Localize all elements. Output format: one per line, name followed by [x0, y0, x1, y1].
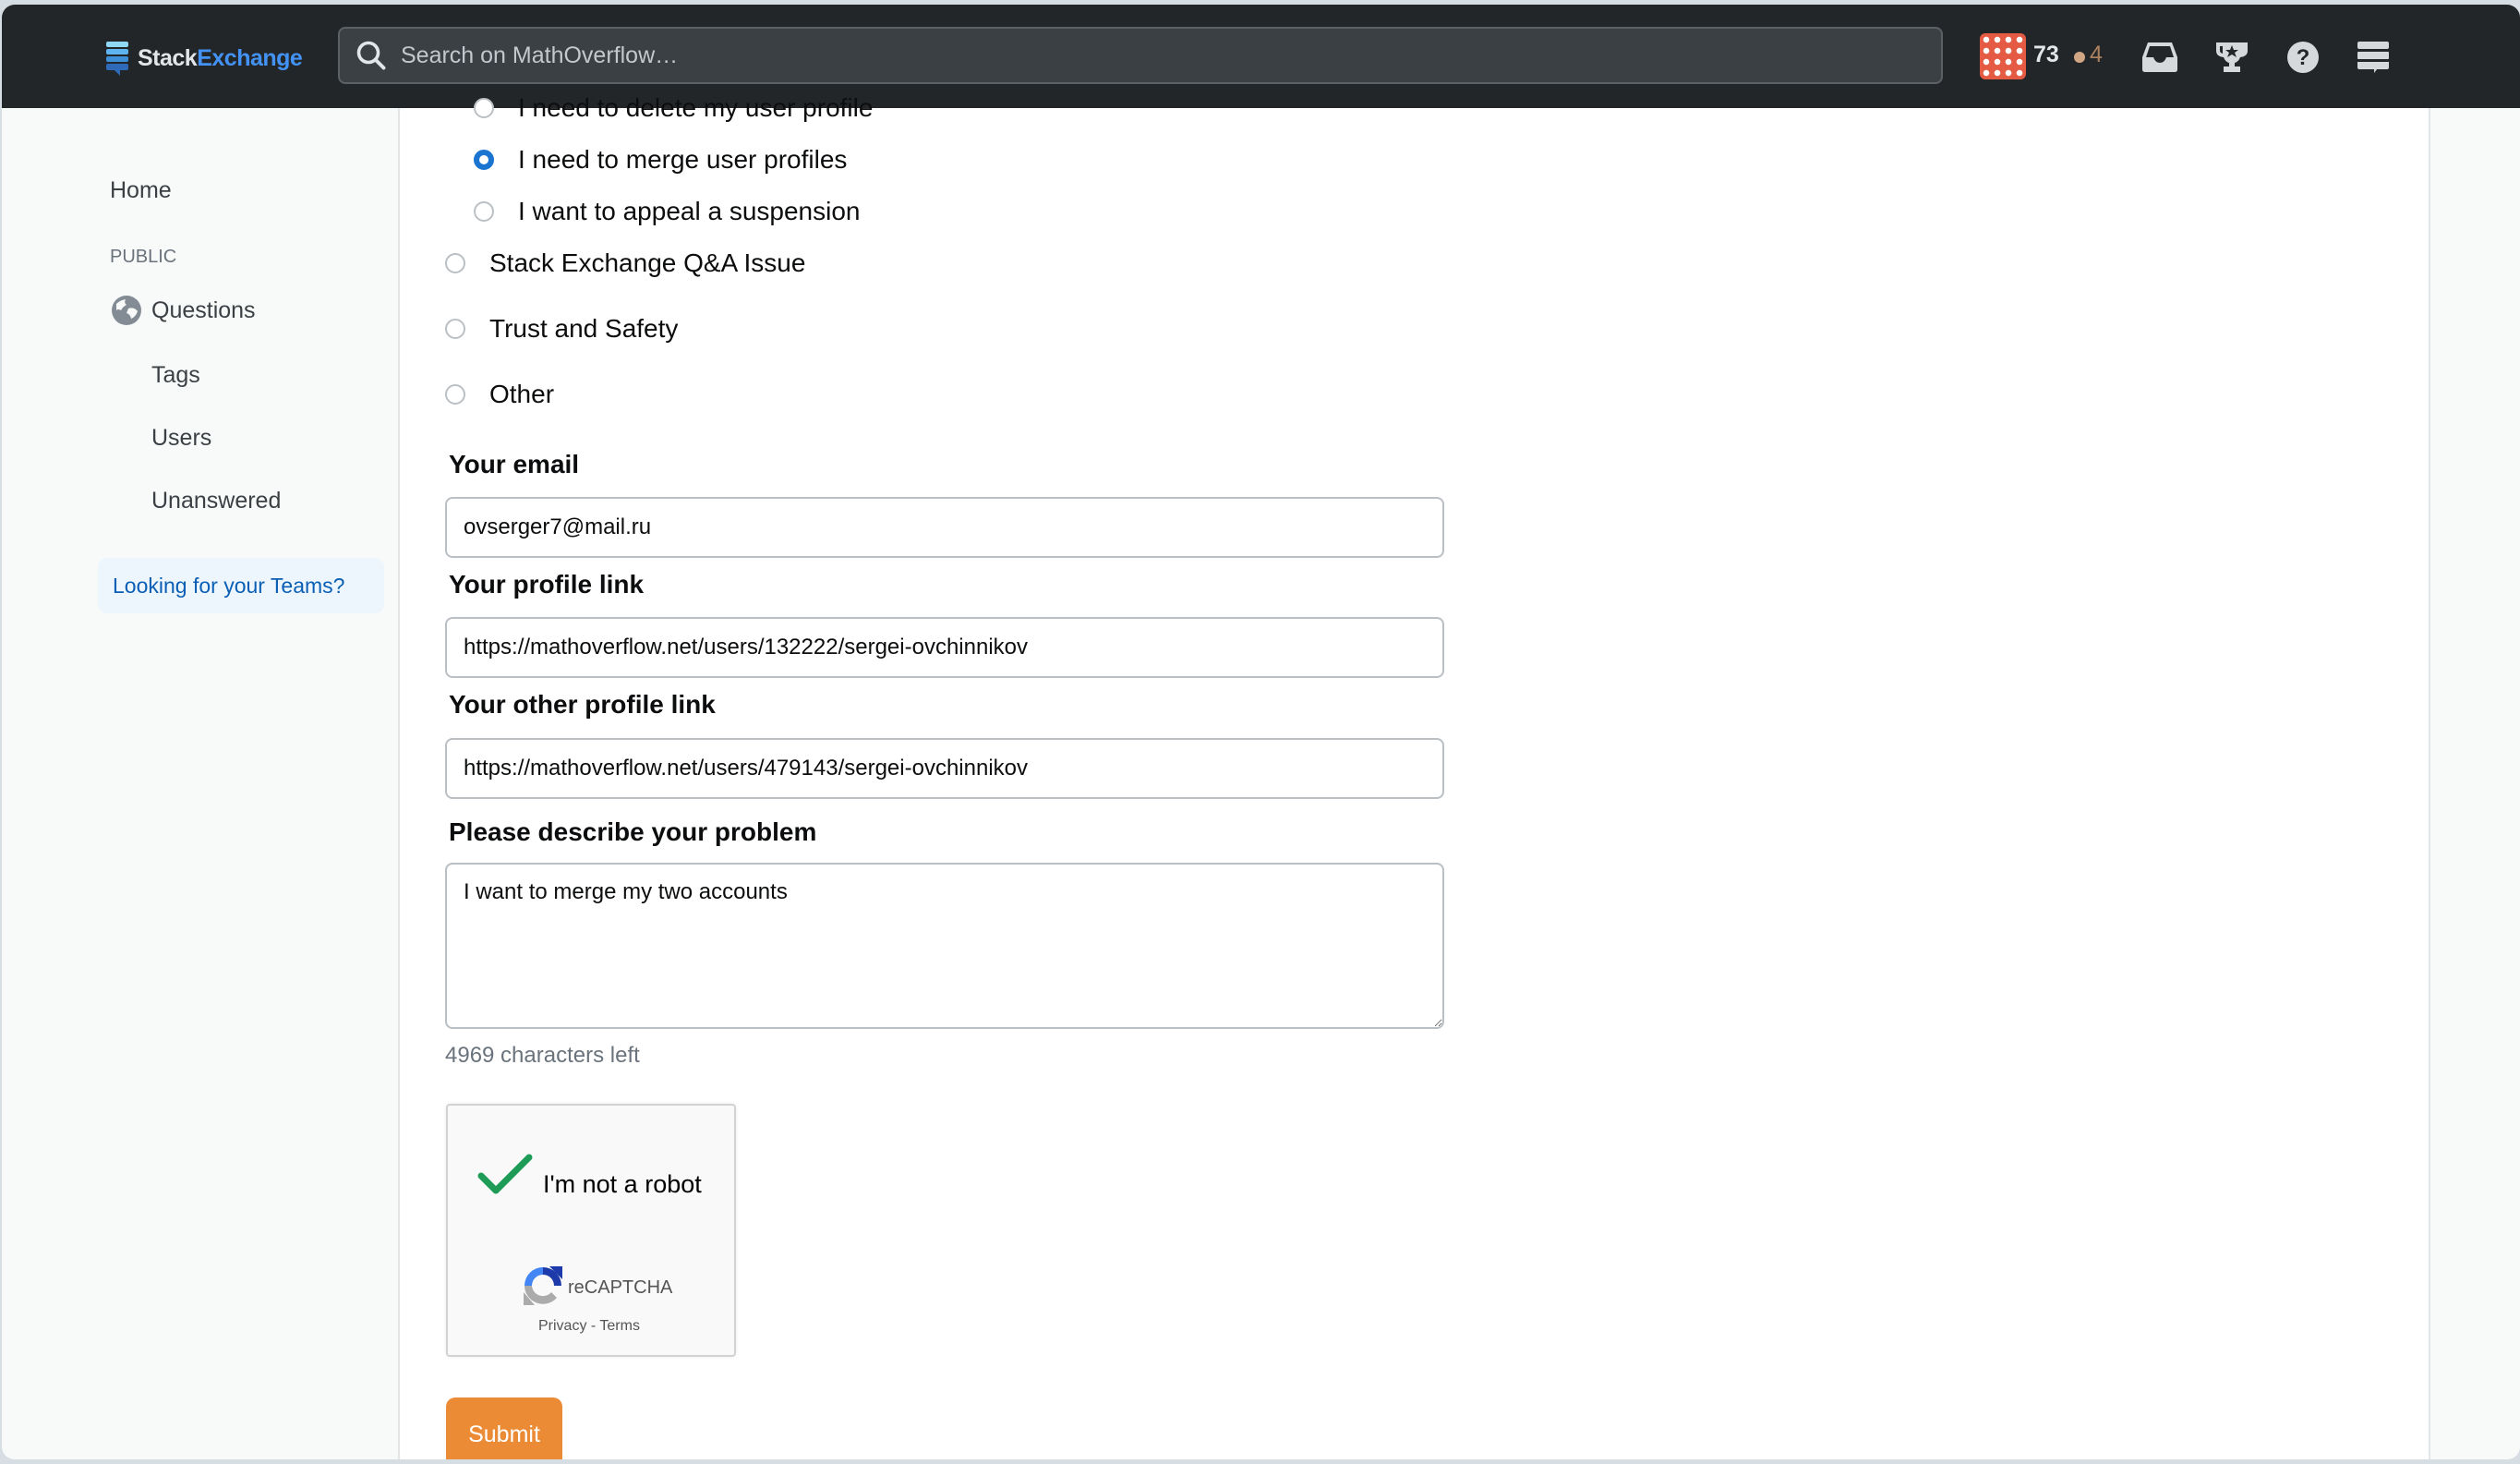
checkmark-icon[interactable] — [477, 1152, 533, 1196]
radio-label: I want to appeal a suspension — [518, 197, 861, 225]
radio-option-qa-issue[interactable]: Stack Exchange Q&A Issue — [445, 248, 805, 278]
radio-label: Other — [489, 380, 555, 408]
site-switcher-button[interactable] — [2352, 36, 2394, 79]
email-label: Your email — [449, 450, 580, 478]
trophy-icon — [2216, 42, 2248, 72]
radio-option-appeal-suspension[interactable]: I want to appeal a suspension — [474, 197, 860, 226]
radio-option-merge-profiles[interactable]: I need to merge user profiles — [474, 145, 847, 175]
sidebar-item-questions-label: Questions — [151, 296, 256, 323]
sidebar-item-users[interactable]: Users — [151, 425, 211, 452]
radio-button[interactable] — [445, 319, 465, 339]
radio-button-selected[interactable] — [474, 150, 494, 170]
reputation-count[interactable]: 73 — [2033, 42, 2059, 68]
logo-text-stack: Stack — [138, 44, 198, 71]
radio-button[interactable] — [445, 384, 465, 405]
bronze-badge-icon — [2074, 52, 2085, 63]
sidebar-item-tags[interactable]: Tags — [151, 362, 200, 389]
contact-form: I need to delete my user profile I need … — [400, 93, 2429, 1459]
recaptcha-widget: I'm not a robot reCAPTCHA Privacy - Term… — [446, 1104, 736, 1357]
achievements-button[interactable] — [2211, 36, 2253, 79]
other-profile-link-field[interactable] — [445, 738, 1444, 799]
radio-button[interactable] — [445, 253, 465, 273]
email-field[interactable] — [445, 497, 1444, 558]
sidebar-item-home[interactable]: Home — [110, 177, 172, 204]
recaptcha-label: I'm not a robot — [543, 1170, 702, 1198]
teams-link[interactable]: Looking for your Teams? — [98, 558, 384, 613]
radio-option-other[interactable]: Other — [445, 380, 554, 409]
logo-text-exchange: Exchange — [197, 44, 303, 71]
problem-label: Please describe your problem — [449, 817, 817, 846]
inbox-icon — [2142, 42, 2177, 72]
radio-option-delete-profile[interactable]: I need to delete my user profile — [474, 93, 873, 123]
globe-icon — [112, 296, 141, 325]
recaptcha-links: Privacy - Terms — [538, 1318, 640, 1335]
other-profile-link-label: Your other profile link — [449, 690, 716, 719]
recaptcha-privacy-link[interactable]: Privacy — [538, 1318, 586, 1334]
submit-button[interactable]: Submit — [446, 1397, 562, 1459]
logo-text: StackExchange — [138, 44, 303, 72]
inbox-button[interactable] — [2139, 36, 2181, 79]
svg-text:?: ? — [2297, 45, 2310, 70]
radio-label: Trust and Safety — [489, 314, 679, 343]
sidebar-item-unanswered[interactable]: Unanswered — [151, 488, 281, 514]
recaptcha-terms-link[interactable]: Terms — [599, 1318, 640, 1334]
help-button[interactable]: ? — [2282, 36, 2324, 79]
radio-label: Stack Exchange Q&A Issue — [489, 248, 806, 277]
site-switcher-icon — [2357, 42, 2389, 73]
browser-window: StackExchange 73 4 — [2, 5, 2520, 1459]
radio-option-trust-safety[interactable]: Trust and Safety — [445, 314, 678, 344]
characters-left: 4969 characters left — [445, 1043, 640, 1068]
stackexchange-logo[interactable]: StackExchange — [106, 40, 303, 77]
profile-link-label: Your profile link — [449, 570, 645, 599]
top-bar: StackExchange 73 4 — [2, 5, 2520, 108]
sidebar-section-public: PUBLIC — [110, 247, 177, 267]
right-gutter — [2429, 108, 2520, 1459]
search-input[interactable] — [399, 41, 1880, 70]
bronze-badge-count[interactable]: 4 — [2090, 42, 2103, 68]
user-avatar[interactable] — [1980, 33, 2026, 79]
search-box[interactable] — [338, 27, 1943, 84]
recaptcha-link-separator: - — [586, 1318, 600, 1334]
radio-button[interactable] — [474, 201, 494, 222]
recaptcha-logo-icon — [524, 1266, 562, 1305]
help-icon: ? — [2287, 42, 2319, 73]
radio-label: I need to delete my user profile — [518, 93, 874, 122]
left-sidebar: Home PUBLIC Questions Tags Users Unanswe… — [2, 108, 400, 1459]
search-icon — [356, 41, 386, 70]
radio-button[interactable] — [474, 98, 494, 118]
recaptcha-brand: reCAPTCHA — [568, 1277, 673, 1298]
problem-textarea[interactable]: I want to merge my two accounts — [445, 863, 1444, 1029]
profile-link-field[interactable] — [445, 617, 1444, 678]
stackexchange-logo-icon — [106, 42, 128, 76]
sidebar-item-questions[interactable]: Questions — [111, 295, 256, 326]
radio-label: I need to merge user profiles — [518, 145, 848, 174]
